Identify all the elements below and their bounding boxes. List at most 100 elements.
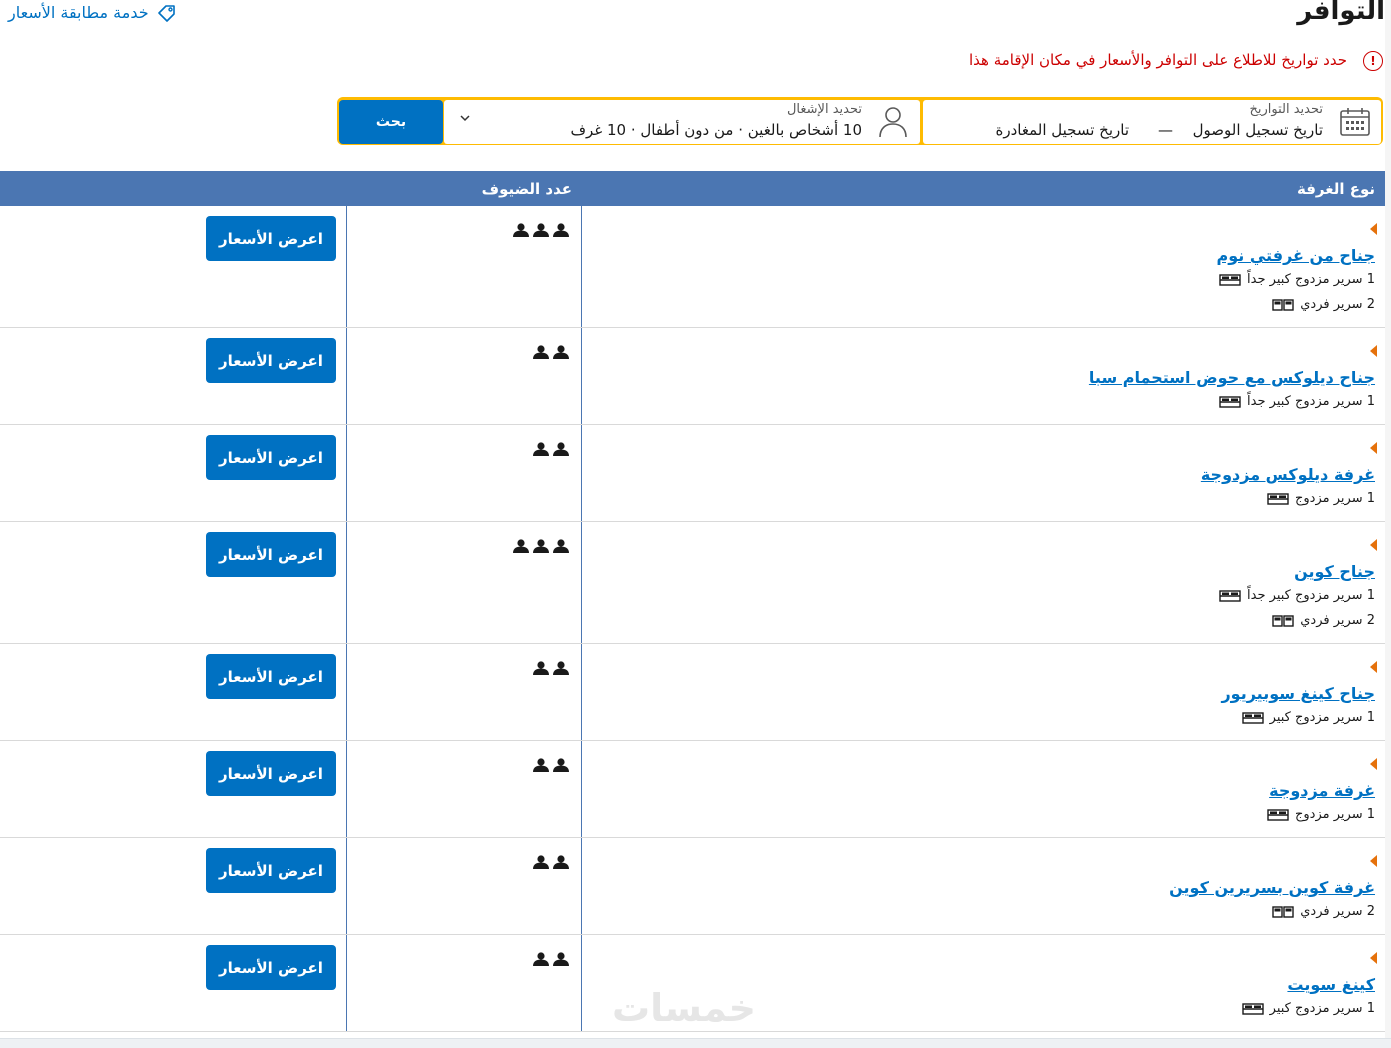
show-prices-button[interactable]: اعرض الأسعار bbox=[206, 435, 336, 480]
expand-arrow-icon[interactable] bbox=[1370, 442, 1377, 454]
guest-count bbox=[512, 345, 570, 359]
person-icon bbox=[879, 107, 907, 138]
table-row: جناح كوين 1 سرير مزدوج كبير جداً 2 سرير فر… bbox=[0, 522, 1385, 644]
person-icon bbox=[553, 952, 569, 966]
expand-arrow-icon[interactable] bbox=[1370, 223, 1377, 235]
bed-info: 1 سرير مزدوج bbox=[1267, 491, 1375, 506]
guest-count bbox=[512, 758, 570, 772]
show-prices-button[interactable]: اعرض الأسعار bbox=[206, 848, 336, 893]
single-beds-icon bbox=[1272, 614, 1294, 627]
dates-label: تحديد التواريخ bbox=[1249, 102, 1323, 117]
guest-count bbox=[512, 855, 570, 869]
guest-count bbox=[512, 952, 570, 966]
occupancy-label: تحديد الإشغال bbox=[786, 102, 862, 117]
checkin-date[interactable]: تاريخ تسجيل الوصول bbox=[1193, 121, 1323, 139]
table-header: نوع الغرفة عدد الضيوف bbox=[0, 171, 1385, 206]
occupancy-selector[interactable]: تحديد الإشغال 10 أشخاص بالغين · من دون أ… bbox=[444, 100, 920, 144]
notice-text: حدد تواريخ للاطلاع على التوافر والأسعار … bbox=[969, 51, 1347, 69]
guest-count bbox=[512, 661, 570, 675]
date-separator: — bbox=[1158, 121, 1173, 139]
show-prices-button[interactable]: اعرض الأسعار bbox=[206, 751, 336, 796]
tag-icon bbox=[157, 4, 175, 22]
person-icon bbox=[553, 442, 569, 456]
table-row: غرفة كوين بسريرين كوين 2 سرير فردي اعرض ال… bbox=[0, 838, 1385, 935]
rooms-table: نوع الغرفة عدد الضيوف جناح من غرفتي نوم 1… bbox=[0, 171, 1385, 1032]
room-name-link[interactable]: غرفة ديلوكس مزدوجة bbox=[1201, 465, 1375, 484]
show-prices-button[interactable]: اعرض الأسعار bbox=[206, 532, 336, 577]
price-match-link[interactable]: خدمة مطابقة الأسعار bbox=[8, 3, 177, 22]
expand-arrow-icon[interactable] bbox=[1370, 855, 1377, 867]
table-row: جناح من غرفتي نوم 1 سرير مزدوج كبير جداً 2… bbox=[0, 206, 1385, 328]
table-row: غرفة ديلوكس مزدوجة 1 سرير مزدوج اعرض الأسع… bbox=[0, 425, 1385, 522]
expand-arrow-icon[interactable] bbox=[1370, 952, 1377, 964]
show-prices-button[interactable]: اعرض الأسعار bbox=[206, 945, 336, 990]
person-icon bbox=[553, 345, 569, 359]
person-icon bbox=[553, 855, 569, 869]
guest-count bbox=[512, 539, 570, 553]
calendar-icon bbox=[1340, 108, 1370, 136]
room-name-link[interactable]: جناح كينغ سوبيريور bbox=[1221, 684, 1375, 703]
double-bed-icon bbox=[1219, 273, 1241, 286]
single-beds-icon bbox=[1272, 298, 1294, 311]
room-name-link[interactable]: غرفة مزدوجة bbox=[1269, 781, 1375, 800]
person-icon bbox=[553, 223, 569, 237]
header-guests: عدد الضيوف bbox=[481, 180, 572, 198]
double-bed-icon bbox=[1219, 589, 1241, 602]
expand-arrow-icon[interactable] bbox=[1370, 539, 1377, 551]
dates-notice: ! حدد تواريخ للاطلاع على التوافر والأسعا… bbox=[969, 51, 1383, 71]
person-icon bbox=[533, 539, 549, 553]
person-icon bbox=[513, 539, 529, 553]
room-name-link[interactable]: كينغ سويت bbox=[1287, 975, 1375, 994]
bed-info: 2 سرير فردي bbox=[1272, 904, 1375, 919]
person-icon bbox=[553, 758, 569, 772]
person-icon bbox=[553, 661, 569, 675]
table-row: غرفة مزدوجة 1 سرير مزدوج اعرض الأسعار bbox=[0, 741, 1385, 838]
header-room-type: نوع الغرفة bbox=[1297, 180, 1375, 198]
person-icon bbox=[533, 661, 549, 675]
room-name-link[interactable]: جناح كوين bbox=[1294, 562, 1375, 581]
person-icon bbox=[533, 223, 549, 237]
search-bar: بحث تحديد الإشغال 10 أشخاص بالغين · من د… bbox=[337, 97, 1383, 145]
chevron-down-icon bbox=[460, 115, 470, 122]
person-icon bbox=[553, 539, 569, 553]
expand-arrow-icon[interactable] bbox=[1370, 661, 1377, 673]
person-icon bbox=[533, 442, 549, 456]
bed-info: 1 سرير مزدوج كبير جداً bbox=[1219, 394, 1375, 409]
guest-count bbox=[512, 442, 570, 456]
person-icon bbox=[533, 855, 549, 869]
warning-icon: ! bbox=[1363, 51, 1383, 71]
bed-info: 1 سرير مزدوج كبير bbox=[1241, 710, 1375, 725]
checkout-date[interactable]: تاريخ تسجيل المغادرة bbox=[995, 121, 1129, 139]
double-bed-icon bbox=[1219, 395, 1241, 408]
show-prices-button[interactable]: اعرض الأسعار bbox=[206, 338, 336, 383]
person-icon bbox=[533, 758, 549, 772]
room-name-link[interactable]: جناح ديلوكس مع حوض استحمام سبا bbox=[1089, 368, 1375, 387]
table-row: جناح ديلوكس مع حوض استحمام سبا 1 سرير مزد… bbox=[0, 328, 1385, 425]
room-name-link[interactable]: جناح من غرفتي نوم bbox=[1217, 246, 1375, 265]
table-row: جناح كينغ سوبيريور 1 سرير مزدوج كبير اعرض … bbox=[0, 644, 1385, 741]
bed-info: 2 سرير فردي bbox=[1272, 297, 1375, 312]
expand-arrow-icon[interactable] bbox=[1370, 345, 1377, 357]
show-prices-button[interactable]: اعرض الأسعار bbox=[206, 654, 336, 699]
bed-info: 1 سرير مزدوج كبير جداً bbox=[1219, 588, 1375, 603]
guest-count bbox=[512, 223, 570, 237]
scrollbar-track[interactable] bbox=[1385, 0, 1391, 1040]
occupancy-value: 10 أشخاص بالغين · من دون أطفال · 10 غرف bbox=[570, 121, 863, 139]
double-bed-icon bbox=[1241, 1002, 1264, 1015]
search-button[interactable]: بحث bbox=[339, 100, 443, 144]
room-name-link[interactable]: غرفة كوين بسريرين كوين bbox=[1169, 878, 1375, 897]
page-title: التوافر bbox=[1297, 0, 1385, 26]
single-beds-icon bbox=[1272, 905, 1294, 918]
bed-info: 1 سرير مزدوج bbox=[1267, 807, 1375, 822]
bed-info: 1 سرير مزدوج كبير bbox=[1241, 1001, 1375, 1016]
double-bed-icon bbox=[1267, 492, 1289, 505]
price-match-label: خدمة مطابقة الأسعار bbox=[8, 3, 149, 22]
date-picker[interactable]: تحديد التواريخ تاريخ تسجيل الوصول — تاري… bbox=[923, 100, 1381, 144]
watermark: خمسات bbox=[612, 986, 756, 1030]
expand-arrow-icon[interactable] bbox=[1370, 758, 1377, 770]
bed-info: 1 سرير مزدوج كبير جداً bbox=[1219, 272, 1375, 287]
person-icon bbox=[513, 223, 529, 237]
double-bed-icon bbox=[1267, 808, 1289, 821]
person-icon bbox=[533, 952, 549, 966]
show-prices-button[interactable]: اعرض الأسعار bbox=[206, 216, 336, 261]
